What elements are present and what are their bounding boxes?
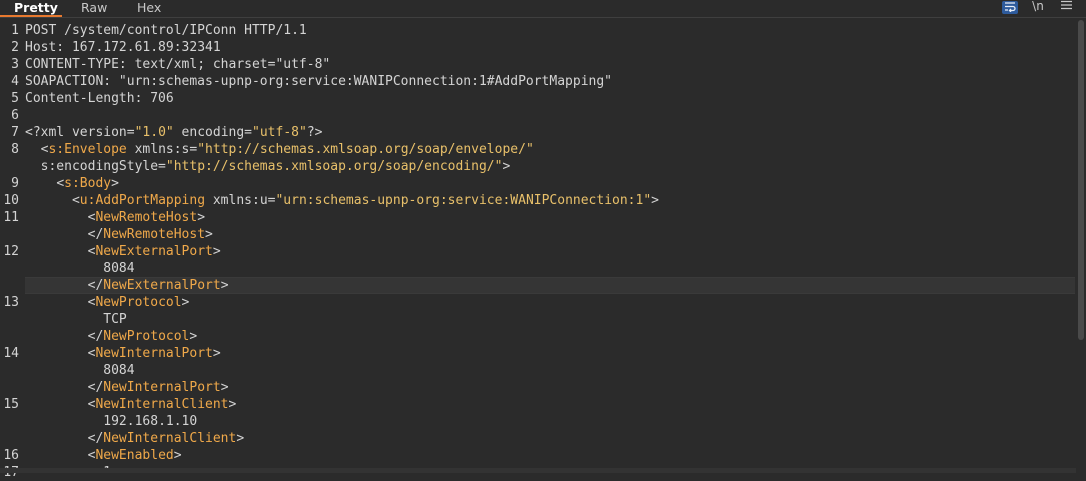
view-tab-bar: Pretty Raw Hex \n bbox=[0, 0, 1086, 18]
element-value: TCP bbox=[103, 312, 127, 327]
line-number: 6 bbox=[11, 108, 19, 123]
header-key: Host: bbox=[25, 40, 65, 55]
line-number: 16 bbox=[3, 448, 19, 463]
line-number-gutter: 1 2 3 4 5 6 7 8 9 10 11 12 13 14 15 16 1… bbox=[0, 18, 22, 480]
tag-name: s:Body bbox=[64, 176, 112, 191]
tag-bracket: > bbox=[651, 193, 659, 208]
code-line: s:encodingStyle="http://schemas.xmlsoap.… bbox=[25, 158, 1075, 175]
line-number: 7 bbox=[11, 125, 19, 140]
code-line: </NewProtocol> bbox=[25, 329, 198, 344]
tag-name: NewInternalClient bbox=[95, 397, 229, 412]
tag-name: u:AddPortMapping bbox=[79, 193, 206, 208]
code-line: <NewInternalPort> bbox=[25, 346, 221, 361]
line-number: 14 bbox=[3, 346, 19, 361]
element-value: 8084 bbox=[103, 261, 135, 276]
line-number: 2 bbox=[11, 40, 19, 55]
xml-attr-value: "http://schemas.xmlsoap.org/soap/envelop… bbox=[197, 142, 534, 157]
code-line: TCP bbox=[25, 311, 1075, 328]
request-line: POST /system/control/IPConn HTTP/1.1 bbox=[25, 23, 307, 38]
code-line: <?xml version="1.0" encoding="utf-8"?> bbox=[25, 124, 1075, 141]
code-line: <NewRemoteHost> bbox=[25, 210, 206, 225]
code-line: 8084 bbox=[25, 362, 1075, 379]
code-line: Content-Length: 706 bbox=[25, 90, 1075, 107]
line-number: 13 bbox=[3, 295, 19, 310]
tag-bracket: > bbox=[502, 159, 511, 174]
code-line: <NewInternalClient> bbox=[25, 397, 237, 412]
tab-raw[interactable]: Raw bbox=[81, 0, 107, 17]
line-number: 3 bbox=[11, 57, 19, 72]
element-value: 8084 bbox=[103, 363, 135, 378]
tag-name: NewInternalClient bbox=[103, 431, 237, 446]
xml-attr-value: "1.0" bbox=[134, 125, 174, 140]
tag-name: NewEnabled bbox=[95, 448, 174, 463]
tag-bracket: < bbox=[56, 176, 65, 191]
header-value: "urn:schemas-upnp-org:service:WANIPConne… bbox=[111, 74, 612, 89]
tag-name: NewRemoteHost bbox=[95, 210, 198, 225]
header-key: SOAPACTION: bbox=[25, 74, 112, 89]
code-line: <NewProtocol> bbox=[25, 295, 190, 310]
message-editor[interactable]: 1 2 3 4 5 6 7 8 9 10 11 12 13 14 15 16 1… bbox=[0, 18, 1086, 480]
line-number: 10 bbox=[3, 193, 19, 208]
tag-bracket: > bbox=[111, 176, 119, 191]
code-lines: POST /system/control/IPConn HTTP/1.1 Hos… bbox=[25, 18, 1075, 473]
xml-attr: xmlns:u= bbox=[205, 193, 276, 208]
code-line: <NewEnabled> bbox=[25, 448, 182, 463]
xml-decl-open: <?xml bbox=[25, 125, 65, 140]
vertical-scrollbar[interactable] bbox=[1077, 18, 1086, 473]
code-line: <s:Body> bbox=[25, 175, 1075, 192]
header-value: 167.172.61.89:32341 bbox=[64, 40, 221, 55]
code-line: SOAPACTION: "urn:schemas-upnp-org:servic… bbox=[25, 73, 1075, 90]
code-line: Host: 167.172.61.89:32341 bbox=[25, 39, 1075, 56]
line-number: 5 bbox=[11, 91, 19, 106]
code-line: CONTENT-TYPE: text/xml; charset="utf-8" bbox=[25, 56, 1075, 73]
header-value: 706 bbox=[142, 91, 174, 106]
code-line: <s:Envelope xmlns:s="http://schemas.xmls… bbox=[25, 141, 1075, 158]
xml-decl-close: ?> bbox=[306, 125, 323, 140]
xml-attr-value: "urn:schemas-upnp-org:service:WANIPConne… bbox=[275, 193, 652, 208]
wrap-lines-icon[interactable] bbox=[1002, 1, 1018, 14]
code-line: <u:AddPortMapping xmlns:u="urn:schemas-u… bbox=[25, 192, 1075, 209]
hamburger-menu-icon[interactable] bbox=[1059, 0, 1073, 14]
line-number: 11 bbox=[3, 210, 19, 225]
xml-attr: encoding= bbox=[173, 125, 253, 140]
header-key: CONTENT-TYPE: bbox=[25, 57, 127, 72]
line-number: 9 bbox=[11, 176, 19, 191]
code-line: <NewExternalPort> bbox=[25, 244, 221, 259]
header-key: Content-Length: bbox=[25, 91, 143, 106]
element-value: 192.168.1.10 bbox=[103, 414, 198, 429]
code-line: 8084 bbox=[25, 260, 1075, 277]
line-number: 8 bbox=[11, 142, 19, 157]
line-number: 12 bbox=[3, 244, 19, 259]
xml-attr-value: "http://schemas.xmlsoap.org/soap/encodin… bbox=[165, 159, 503, 174]
xml-attr-value: "utf-8" bbox=[252, 125, 307, 140]
code-line: </NewRemoteHost> bbox=[25, 227, 213, 242]
line-number: 4 bbox=[11, 74, 19, 89]
header-value: text/xml; charset="utf-8" bbox=[126, 57, 331, 72]
code-line-highlighted: </NewExternalPort> bbox=[25, 277, 1075, 294]
tag-name: NewRemoteHost bbox=[103, 227, 206, 242]
tag-name: NewInternalPort bbox=[103, 380, 221, 395]
code-line: </NewInternalPort> bbox=[25, 380, 229, 395]
tag-name: NewInternalPort bbox=[95, 346, 213, 361]
line-number: 1 bbox=[11, 23, 19, 38]
scrollbar-thumb[interactable] bbox=[1078, 20, 1084, 340]
line-number: 15 bbox=[3, 397, 19, 412]
tag-name: s:Envelope bbox=[48, 142, 127, 157]
tag-name: NewProtocol bbox=[103, 329, 190, 344]
xml-attr: xmlns:s= bbox=[126, 142, 198, 157]
tag-bracket: < bbox=[71, 193, 80, 208]
horizontal-scrollbar[interactable] bbox=[0, 468, 1076, 473]
tag-name: NewExternalPort bbox=[103, 278, 221, 293]
active-tab-underline bbox=[0, 15, 62, 17]
tag-name: NewExternalPort bbox=[95, 244, 213, 259]
tag-name: NewProtocol bbox=[95, 295, 182, 310]
show-newlines-button[interactable]: \n bbox=[1031, 0, 1045, 14]
xml-attr: version= bbox=[64, 125, 135, 140]
tab-hex[interactable]: Hex bbox=[137, 0, 161, 17]
code-line: POST /system/control/IPConn HTTP/1.1 bbox=[25, 22, 1075, 39]
code-line: 192.168.1.10 bbox=[25, 413, 1075, 430]
code-line: </NewInternalClient> bbox=[25, 431, 245, 446]
xml-attr: s:encodingStyle= bbox=[40, 159, 166, 174]
